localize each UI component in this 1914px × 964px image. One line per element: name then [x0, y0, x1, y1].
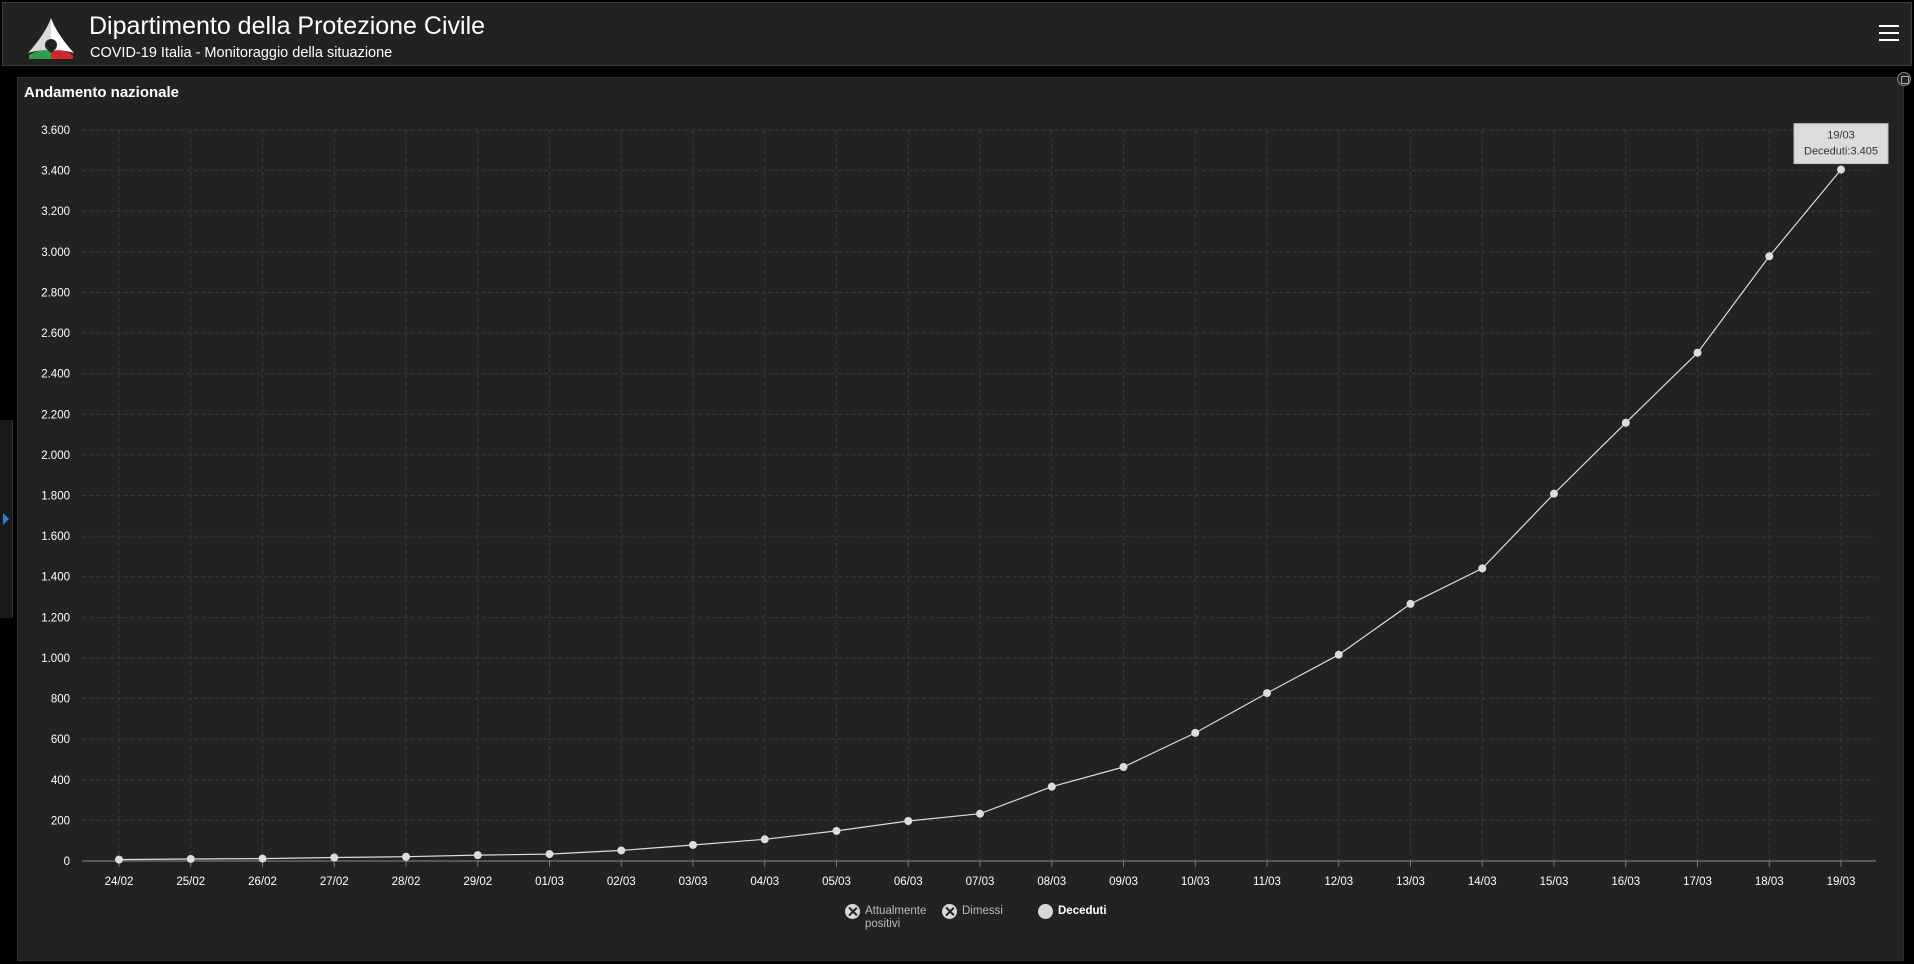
data-point[interactable] [1191, 728, 1200, 737]
y-tick-label: 1.800 [41, 491, 70, 503]
y-tick-label: 2.400 [41, 369, 70, 381]
x-tick-label: 16/03 [1611, 876, 1640, 888]
tooltip-date: 19/03 [1827, 130, 1855, 142]
y-tick-label: 3.000 [41, 247, 70, 259]
x-tick-label: 18/03 [1755, 876, 1784, 888]
chart-tooltip: 19/03 Deceduti:3.405 [1793, 123, 1889, 165]
y-tick-label: 2.600 [41, 328, 70, 340]
y-axis: 0 200 400 600 800 1.000 1.200 1.400 1.600 1.800 2.… [41, 125, 70, 868]
legend-disabled-icon [942, 904, 957, 919]
data-point[interactable] [1263, 689, 1271, 698]
data-point[interactable] [760, 835, 769, 844]
y-tick-label: 1.000 [41, 653, 70, 665]
x-tick-label: 02/03 [607, 876, 636, 888]
y-tick-label: 3.600 [41, 125, 70, 137]
x-tick-label: 07/03 [966, 876, 995, 888]
data-point[interactable] [904, 816, 913, 825]
data-point[interactable] [1621, 418, 1630, 427]
x-tick-label: 15/03 [1540, 876, 1569, 888]
x-tick-label: 09/03 [1109, 876, 1138, 888]
legend-label-line2: positivi [865, 918, 901, 930]
data-point[interactable] [186, 854, 195, 863]
data-point[interactable] [115, 855, 123, 864]
data-point[interactable] [1047, 782, 1056, 791]
x-tick-label: 12/03 [1324, 876, 1353, 888]
chart-legend: Attualmente positivi Dimessi Deceduti [0, 904, 1914, 944]
line-chart: 0 200 400 600 800 1.000 1.200 1.400 1.600 1.800 2.… [41, 123, 1889, 888]
x-tick-label: 24/02 [105, 876, 134, 888]
y-tick-label: 3.400 [41, 166, 70, 178]
data-point[interactable] [689, 840, 697, 849]
data-point[interactable] [1119, 762, 1128, 771]
x-tick-label: 01/03 [535, 876, 564, 888]
data-point[interactable] [1406, 599, 1415, 608]
x-axis: 24/02 25/02 26/02 27/02 28/02 29/02 01/03 02/03… [82, 860, 1876, 888]
y-tick-label: 200 [51, 815, 70, 827]
x-tick-label: 10/03 [1181, 876, 1210, 888]
y-tick-label: 600 [51, 734, 70, 746]
tooltip-value: Deceduti:3.405 [1804, 146, 1878, 158]
y-tick-label: 2.800 [41, 287, 70, 299]
data-point[interactable] [402, 852, 410, 861]
y-tick-label: 2.200 [41, 409, 70, 421]
x-tick-label: 03/03 [679, 876, 708, 888]
data-point[interactable] [1334, 650, 1343, 659]
x-tick-label: 04/03 [750, 876, 779, 888]
y-tick-label: 1.200 [41, 612, 70, 624]
x-tick-label: 13/03 [1396, 876, 1425, 888]
data-point[interactable] [617, 846, 626, 855]
data-point[interactable] [1693, 348, 1702, 357]
data-point[interactable] [330, 853, 339, 862]
legend-disabled-icon [845, 904, 860, 919]
data-point[interactable] [976, 809, 984, 818]
x-tick-label: 29/02 [463, 876, 492, 888]
x-tick-label: 17/03 [1683, 876, 1712, 888]
x-tick-label: 14/03 [1468, 876, 1497, 888]
x-tick-label: 26/02 [248, 876, 277, 888]
y-tick-label: 2.000 [41, 450, 70, 462]
data-point[interactable] [1478, 564, 1487, 573]
x-tick-label: 11/03 [1253, 876, 1281, 888]
x-tick-label: 27/02 [320, 876, 349, 888]
chart-grid [82, 129, 1876, 862]
x-tick-label: 05/03 [822, 876, 851, 888]
legend-label: Deceduti [1058, 905, 1107, 917]
y-tick-label: 1.600 [41, 531, 70, 543]
y-tick-label: 0 [64, 856, 70, 868]
x-tick-label: 19/03 [1827, 876, 1856, 888]
y-tick-label: 3.200 [41, 206, 70, 218]
x-tick-label: 06/03 [894, 876, 923, 888]
data-point[interactable] [1550, 489, 1558, 498]
x-tick-label: 08/03 [1037, 876, 1066, 888]
data-point[interactable] [258, 854, 267, 863]
y-tick-label: 800 [51, 694, 70, 706]
legend-label: Attualmente [865, 905, 927, 917]
data-point[interactable] [832, 826, 841, 835]
x-tick-label: 28/02 [392, 876, 421, 888]
data-point[interactable] [473, 851, 482, 860]
data-point[interactable] [1765, 252, 1774, 261]
legend-label: Dimessi [962, 905, 1003, 917]
y-tick-label: 400 [51, 775, 70, 787]
data-point[interactable] [1837, 165, 1845, 174]
legend-marker-icon [1038, 904, 1053, 919]
x-tick-label: 25/02 [176, 876, 205, 888]
data-point[interactable] [545, 850, 554, 859]
y-tick-label: 1.400 [41, 572, 70, 584]
